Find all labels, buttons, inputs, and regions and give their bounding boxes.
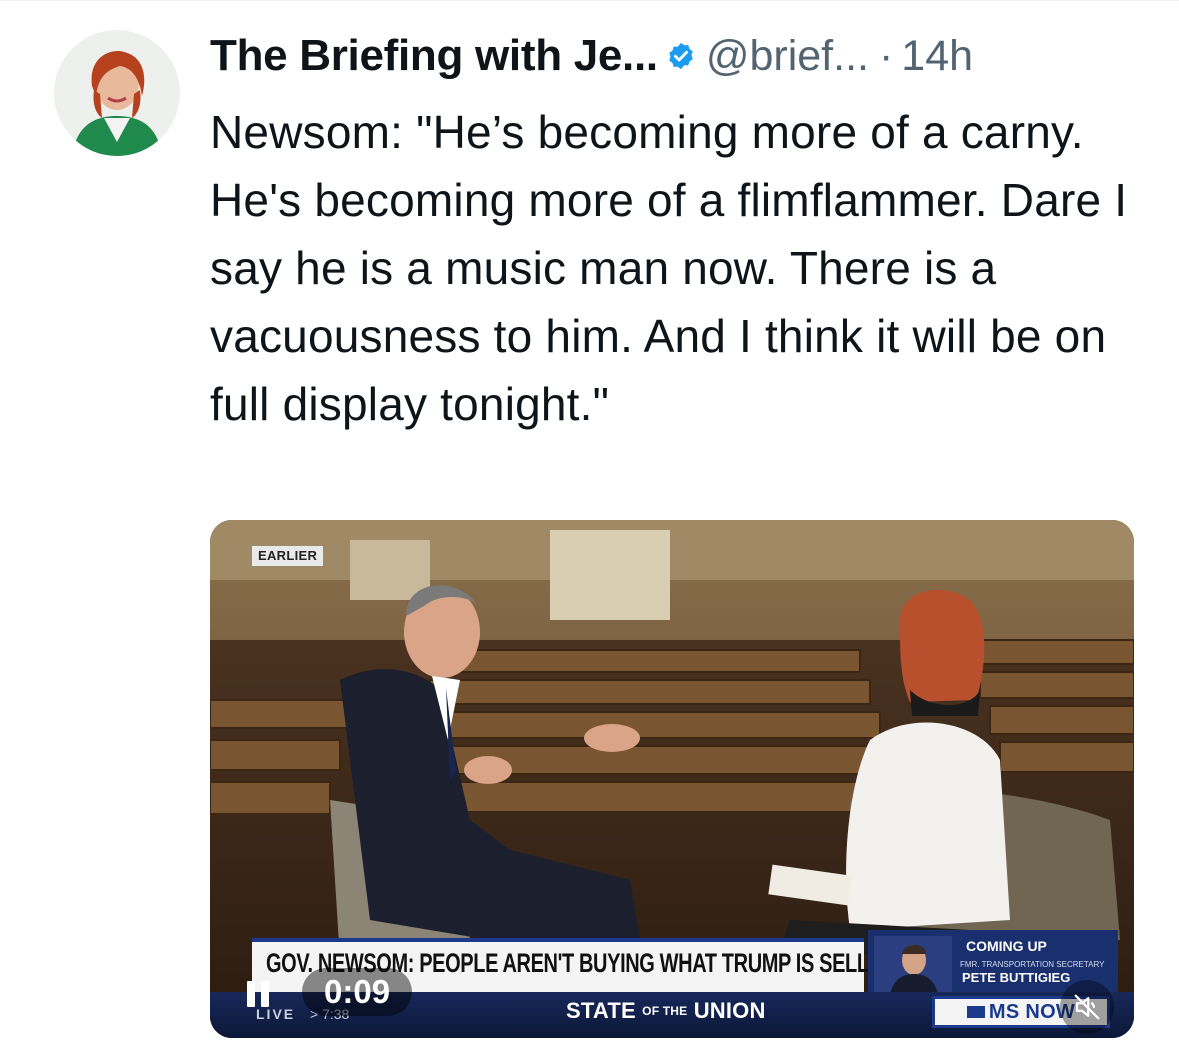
pause-icon [247, 981, 269, 1007]
coming-up-subtitle: FMR. TRANSPORTATION SECRETARY [960, 960, 1105, 969]
show-name-part-a: STATE [566, 998, 636, 1023]
network-logo-mark [966, 1006, 985, 1018]
author-display-name[interactable]: The Briefing with Je... [210, 31, 658, 81]
speaker-muted-icon [1074, 994, 1100, 1020]
author-handle[interactable]: @brief... [706, 32, 869, 81]
coming-up-name: PETE BUTTIGIEG [962, 970, 1071, 985]
avatar-photo-icon [54, 30, 180, 156]
video-player[interactable]: EARLIER GOV. NEWSOM: PEOPLE AREN'T BUYIN… [210, 520, 1134, 1038]
tweet-text: Newsom: "He’s becoming more of a carny. … [210, 106, 1128, 430]
author-avatar[interactable] [54, 30, 180, 156]
verified-badge-icon [666, 41, 696, 71]
coming-up-label: COMING UP [966, 938, 1047, 954]
mute-toggle-button[interactable] [1060, 980, 1114, 1034]
tweet-header: The Briefing with Je... @brief... · 14h [210, 30, 973, 82]
show-name-part-b: UNION [693, 998, 766, 1023]
show-name-of: OF THE [642, 1004, 688, 1018]
separator-dot: · [878, 31, 894, 80]
lower-third-stripe [252, 938, 864, 942]
top-divider [0, 0, 1179, 1]
earlier-badge: EARLIER [252, 546, 324, 566]
video-timecode: 0:09 [302, 968, 413, 1016]
post-timestamp[interactable]: 14h [901, 32, 973, 81]
coming-up-thumbnail [874, 936, 952, 994]
show-name: STATE OF THE UNION [566, 998, 766, 1024]
pause-button[interactable] [238, 974, 278, 1014]
